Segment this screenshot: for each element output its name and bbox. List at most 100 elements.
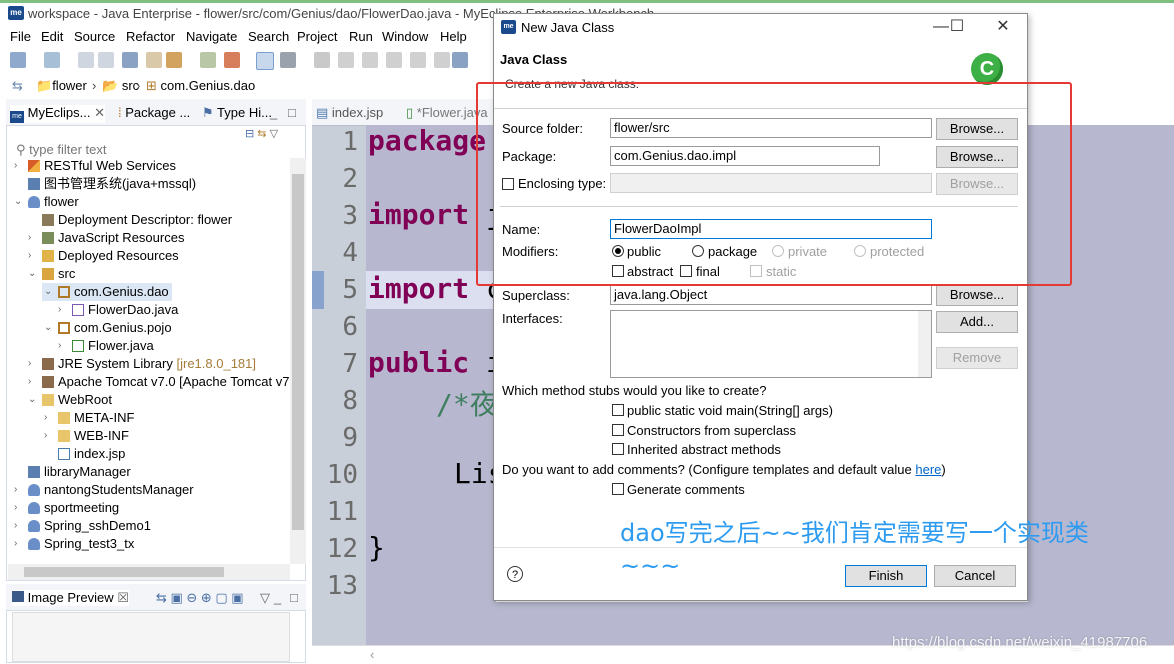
chevron-right-icon[interactable]: › bbox=[14, 517, 24, 535]
scroll-thumb[interactable] bbox=[292, 174, 304, 530]
configure-templates-link[interactable]: here bbox=[915, 462, 941, 477]
tab-myeclipse-explorer[interactable]: me MyEclips... ✕ bbox=[10, 105, 105, 123]
scroll-thumb[interactable] bbox=[24, 567, 224, 577]
generate-comments-checkbox[interactable] bbox=[612, 483, 624, 495]
save-icon[interactable] bbox=[78, 52, 94, 68]
close-icon[interactable]: ✕ bbox=[94, 105, 105, 120]
menu-source[interactable]: Source bbox=[74, 29, 115, 44]
menu-search[interactable]: Search bbox=[248, 29, 289, 44]
menu-edit[interactable]: Edit bbox=[41, 29, 63, 44]
chevron-down-icon[interactable]: ⌄ bbox=[28, 265, 38, 283]
tab-type-hierarchy[interactable]: ⚑ Type Hi... bbox=[202, 105, 272, 121]
debug-icon[interactable] bbox=[146, 52, 162, 68]
remove-interface-button[interactable]: Remove bbox=[936, 347, 1018, 369]
deploy-icon[interactable] bbox=[200, 52, 216, 68]
stub-constructors-checkbox[interactable] bbox=[612, 424, 624, 436]
interfaces-scrollbar[interactable] bbox=[918, 311, 931, 377]
filter-input[interactable]: ⚲ type filter text bbox=[16, 142, 106, 158]
show-whitespace-icon[interactable] bbox=[362, 52, 378, 68]
comments-question-close: ) bbox=[941, 462, 946, 477]
menu-run[interactable]: Run bbox=[349, 29, 373, 44]
myeclipse-logo-icon: me bbox=[10, 111, 24, 123]
tab-package-explorer[interactable]: ⁞ Package ... bbox=[118, 105, 190, 120]
chevron-right-icon[interactable]: › bbox=[28, 247, 38, 265]
help-icon[interactable]: ? bbox=[507, 566, 523, 582]
breadcrumb-project-icon[interactable]: ⇆ bbox=[12, 78, 23, 94]
superclass-browse-button[interactable]: Browse... bbox=[936, 284, 1018, 306]
close-icon[interactable]: ✕ bbox=[988, 16, 1018, 38]
run-server-icon[interactable] bbox=[224, 52, 240, 68]
block-selection-icon[interactable] bbox=[338, 52, 354, 68]
menu-file[interactable]: File bbox=[10, 29, 31, 44]
mark-occurrences-icon[interactable] bbox=[314, 52, 330, 68]
new-wizard-icon[interactable] bbox=[10, 52, 26, 68]
close-icon[interactable]: ☒ bbox=[117, 590, 129, 605]
chevron-right-icon[interactable]: › bbox=[28, 373, 38, 391]
method-stubs-question: Which method stubs would you like to cre… bbox=[502, 383, 767, 398]
chevron-right-icon[interactable]: › bbox=[44, 427, 54, 445]
new-project-icon[interactable] bbox=[44, 52, 60, 68]
tree-label: Spring_test3_tx bbox=[44, 536, 135, 551]
menu-window[interactable]: Window bbox=[382, 29, 428, 44]
chevron-right-icon[interactable]: › bbox=[58, 301, 68, 319]
chevron-down-icon[interactable]: ⌄ bbox=[44, 319, 54, 337]
chevron-right-icon[interactable]: › bbox=[14, 499, 24, 517]
refactor-icon[interactable] bbox=[166, 52, 182, 68]
finish-button[interactable]: Finish bbox=[845, 565, 927, 587]
maximize-icon[interactable]: ☐ bbox=[942, 16, 972, 38]
open-type-icon[interactable] bbox=[280, 52, 296, 68]
open-console-icon[interactable] bbox=[122, 52, 138, 68]
chevron-left-icon[interactable]: ‹ bbox=[370, 647, 374, 662]
chevron-right-icon[interactable]: › bbox=[28, 229, 38, 247]
code-line: package bbox=[368, 124, 486, 157]
tree-label: com.Genius.pojo bbox=[74, 320, 172, 335]
menu-help[interactable]: Help bbox=[440, 29, 467, 44]
zoom-tools-icon[interactable]: ⇆ ▣ ⊖ ⊕ ▢ ▣ bbox=[156, 590, 244, 606]
superclass-label: Superclass: bbox=[502, 288, 570, 303]
maximize-icon[interactable]: □ bbox=[290, 590, 298, 605]
menu-refactor[interactable]: Refactor bbox=[126, 29, 175, 44]
collapse-all-icon[interactable]: ⊟ bbox=[245, 128, 254, 140]
chevron-right-icon[interactable]: › bbox=[14, 535, 24, 553]
link-with-editor-icon[interactable]: ⇆ bbox=[257, 128, 266, 140]
stub-inherited-label: Inherited abstract methods bbox=[627, 442, 781, 457]
chevron-right-icon[interactable]: › bbox=[58, 337, 68, 355]
add-interface-button[interactable]: Add... bbox=[936, 311, 1018, 333]
show-outline-icon[interactable] bbox=[434, 52, 450, 68]
chevron-right-icon[interactable]: › bbox=[14, 157, 24, 175]
descriptor-icon bbox=[42, 214, 54, 226]
chevron-right-icon[interactable]: › bbox=[14, 481, 24, 499]
breadcrumb-item-flower[interactable]: 📁flower bbox=[36, 78, 87, 94]
next-annotation-icon[interactable] bbox=[452, 52, 468, 68]
view-menu-icon[interactable]: ▽ bbox=[270, 128, 278, 140]
chevron-down-icon[interactable]: ⌄ bbox=[14, 193, 24, 211]
breadcrumb-item-src[interactable]: 📂 src bbox=[102, 78, 139, 94]
chevron-right-icon[interactable]: › bbox=[28, 355, 38, 373]
interfaces-list[interactable] bbox=[610, 310, 932, 378]
minimize-icon[interactable]: _ bbox=[274, 590, 281, 605]
tab-image-preview[interactable]: Image Preview ☒ bbox=[12, 590, 129, 606]
stub-inherited-checkbox[interactable] bbox=[612, 443, 624, 455]
superclass-field[interactable]: java.lang.Object bbox=[610, 285, 932, 305]
word-wrap-icon[interactable] bbox=[410, 52, 426, 68]
minimize-icon[interactable]: _ bbox=[270, 105, 277, 120]
tab-index-jsp[interactable]: ▤ index.jsp bbox=[316, 105, 383, 121]
tree-item-selected[interactable]: ⌄ com.Genius.dao bbox=[42, 283, 172, 301]
tree-label: Deployment Descriptor: flower bbox=[58, 212, 233, 227]
menu-navigate[interactable]: Navigate bbox=[186, 29, 237, 44]
chevron-right-icon[interactable]: › bbox=[44, 409, 54, 427]
toggle-mark-icon[interactable] bbox=[386, 52, 402, 68]
save-all-icon[interactable] bbox=[98, 52, 114, 68]
maximize-icon[interactable]: □ bbox=[288, 105, 296, 120]
view-menu-icon[interactable]: ▽ bbox=[260, 590, 270, 606]
chevron-down-icon[interactable]: ⌄ bbox=[28, 391, 38, 409]
breadcrumb-item-package[interactable]: ⊞ com.Genius.dao bbox=[146, 78, 255, 94]
cancel-button[interactable]: Cancel bbox=[934, 565, 1016, 587]
project-icon bbox=[28, 466, 40, 478]
toggle-breadcrumb-icon[interactable] bbox=[256, 52, 274, 70]
tree-label: WEB-INF bbox=[74, 428, 129, 443]
menu-project[interactable]: Project bbox=[297, 29, 337, 44]
chevron-down-icon[interactable]: ⌄ bbox=[44, 283, 54, 301]
breadcrumb-separator-icon: › bbox=[136, 78, 141, 93]
stub-main-checkbox[interactable] bbox=[612, 404, 624, 416]
